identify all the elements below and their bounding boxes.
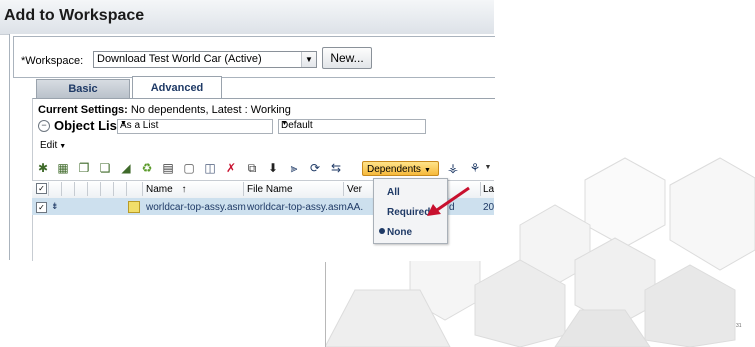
cycle-icon[interactable]: ⟳ [308, 161, 322, 175]
row-file-name: worldcar-top-assy.asm [247, 202, 347, 213]
column-divider [100, 182, 101, 196]
dependents-button[interactable]: Dependents ▼ [362, 161, 439, 176]
object-list-title: Object List [54, 118, 122, 133]
edit-menu-label: Edit [40, 140, 58, 151]
caret-down-icon: ▼ [423, 167, 431, 174]
caret-down-icon[interactable]: ▼ [484, 161, 492, 175]
download-icon[interactable]: ⬇ [266, 161, 280, 175]
page-number: 31 [736, 323, 742, 329]
column-divider [74, 182, 75, 196]
dependents-button-label: Dependents [367, 164, 421, 175]
add-icon[interactable]: ✱ [36, 161, 50, 175]
chevron-down-icon[interactable]: ▼ [301, 52, 316, 67]
edit-menu[interactable]: Edit ▼ [40, 140, 66, 151]
current-settings: Current Settings: No dependents, Latest … [38, 104, 291, 116]
expand-icon[interactable]: ⇟ [51, 201, 59, 212]
menu-item-none[interactable]: None [387, 227, 412, 238]
export-icon[interactable]: ⧉ [245, 161, 259, 175]
row-last: 20 [483, 202, 495, 213]
red-arrow-icon [427, 186, 470, 216]
column-name-label: Name [146, 184, 173, 195]
frame-icon[interactable]: ▢ [182, 161, 196, 175]
column-last[interactable]: La [483, 184, 494, 195]
tree-icon[interactable]: ⚶ [446, 161, 460, 175]
caret-down-icon: ▼ [59, 143, 67, 150]
separator-line [325, 262, 326, 347]
column-divider [343, 182, 344, 196]
dialog-titlebar: Add to Workspace [0, 0, 494, 35]
column-divider [113, 182, 114, 196]
row-checkbox[interactable]: ✓ [36, 202, 47, 213]
menu-item-all[interactable]: All [387, 187, 400, 198]
workspace-select[interactable]: Download Test World Car (Active) ▼ [93, 51, 317, 68]
view-select[interactable]: As a List ▼ [117, 119, 273, 134]
tab-basic[interactable]: Basic [36, 79, 130, 99]
column-name[interactable]: Name ↑ [146, 184, 186, 195]
assembly-icon [128, 201, 140, 213]
copy-icon[interactable]: ❐ [77, 161, 91, 175]
row-version: AA. [347, 202, 364, 213]
column-divider [61, 182, 62, 196]
column-file-name[interactable]: File Name [247, 184, 293, 195]
paste-icon[interactable]: ❏ [98, 161, 112, 175]
chevron-down-icon[interactable]: ▼ [281, 120, 423, 127]
current-settings-value: No dependents, Latest : Working [130, 104, 291, 116]
tab-advanced[interactable]: Advanced [132, 76, 222, 99]
column-divider [142, 182, 143, 196]
remove-icon[interactable]: ✗ [224, 161, 238, 175]
workspace-label: *Workspace: [21, 55, 84, 67]
table-icon[interactable]: ▦ [56, 161, 70, 175]
selected-radio-icon [379, 228, 385, 234]
workspace-select-value: Download Test World Car (Active) [97, 53, 262, 65]
current-settings-label: Current Settings: [38, 104, 128, 116]
refresh-icon[interactable]: ♻ [140, 161, 154, 175]
column-divider [48, 182, 49, 196]
new-workspace-button[interactable]: New... [322, 47, 372, 69]
dialog-title: Add to Workspace [4, 7, 145, 24]
column-version[interactable]: Ver [347, 184, 362, 195]
menu-item-required[interactable]: Required [387, 207, 430, 218]
structure-icon[interactable]: ⚘ [468, 161, 482, 175]
column-divider [480, 182, 481, 196]
chart-icon[interactable]: ◢ [119, 161, 133, 175]
column-divider [126, 182, 127, 196]
collapse-icon[interactable]: − [38, 120, 50, 132]
select-all-checkbox[interactable]: ✓ [36, 183, 47, 194]
row-name[interactable]: worldcar-top-assy.asm [146, 202, 246, 213]
columns-icon[interactable]: ▤ [161, 161, 175, 175]
chevron-down-icon[interactable]: ▼ [120, 120, 270, 127]
share-icon[interactable]: ⇆ [329, 161, 343, 175]
column-divider [243, 182, 244, 196]
window-icon[interactable]: ◫ [203, 161, 217, 175]
column-divider [87, 182, 88, 196]
sort-arrow-icon: ↑ [181, 184, 187, 195]
layout-select[interactable]: Default ▼ [278, 119, 426, 134]
filter-icon[interactable]: ⫸ [287, 161, 301, 175]
